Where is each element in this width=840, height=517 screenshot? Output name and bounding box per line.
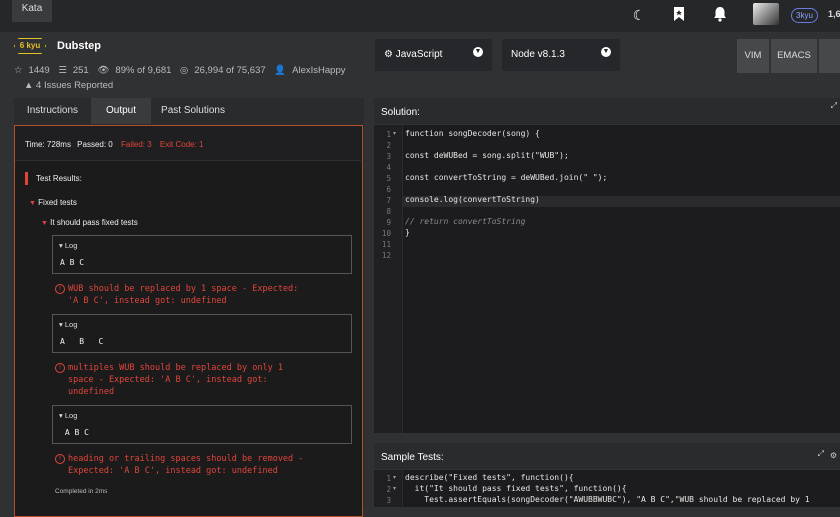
user-icon: 👤	[274, 65, 287, 76]
line-number: 1	[386, 474, 391, 483]
fold-arrow-icon[interactable]: ▾	[393, 485, 396, 492]
line-number: 5	[386, 174, 391, 183]
tool-icon[interactable]: ⚙	[830, 451, 837, 460]
failure-message: ! multiples WUB should be replaced by on…	[55, 362, 345, 398]
error-icon: !	[55, 284, 65, 294]
solution-title: Solution:	[381, 107, 420, 118]
user-rank-badge: 3kyu	[791, 8, 818, 23]
satisfaction-rating: 89% of 9,681	[115, 65, 172, 76]
log-header[interactable]: ▾ Log	[59, 411, 77, 420]
code-line: it("It should pass fixed tests", functio…	[405, 484, 627, 493]
log-header[interactable]: ▾ Log	[59, 241, 77, 250]
code-line: const deWUBed = song.split("WUB");	[405, 151, 569, 160]
log-box: ▾ Log A B C	[52, 405, 352, 444]
sample-tests-title: Sample Tests:	[381, 452, 444, 463]
fold-arrow-icon[interactable]: ▾	[393, 474, 396, 481]
line-number: 11	[381, 240, 391, 249]
code-comment: // return convertToString	[405, 217, 526, 226]
kata-author[interactable]: AlexIsHappy	[292, 65, 345, 76]
log-header[interactable]: ▾ Log	[59, 320, 77, 329]
bell-icon[interactable]	[711, 6, 729, 24]
bookmark-icon[interactable]	[670, 6, 688, 24]
passed-count: Passed: 0	[77, 140, 113, 149]
line-number: 6	[386, 185, 391, 194]
completed-time: Completed in 2ms	[55, 488, 108, 495]
emacs-mode-button[interactable]: EMACS	[771, 39, 817, 73]
log-box: ▾ Log A B C	[52, 314, 352, 353]
tab-output[interactable]: Output	[91, 98, 151, 124]
fold-arrow-icon[interactable]: ▾	[393, 130, 396, 137]
run-time: Time: 728ms	[25, 140, 71, 149]
failed-count: Failed: 3	[120, 140, 152, 149]
tab-instructions[interactable]: Instructions	[14, 98, 91, 124]
code-line: function songDecoder(song) {	[405, 129, 540, 138]
code-line: describe("Fixed tests", function(){	[405, 473, 574, 482]
runtime-select[interactable]: Node v8.1.3 ▼	[502, 39, 620, 71]
failure-message: ! heading or trailing spaces should be r…	[55, 453, 345, 477]
line-number: 4	[386, 163, 391, 172]
line-number: 10	[381, 229, 391, 238]
chevron-down-icon: ▼	[473, 47, 483, 57]
line-number: 8	[386, 207, 391, 216]
honor-score: 1,6	[828, 9, 840, 19]
collection-icon: ☰	[58, 65, 67, 76]
code-line: console.log(convertToString)	[405, 195, 540, 204]
code-line: }	[405, 228, 410, 237]
target-icon: ◎	[180, 65, 189, 76]
star-icon: ☆	[14, 65, 23, 76]
collections-count: 251	[72, 65, 89, 76]
exit-code: Exit Code: 1	[159, 140, 204, 149]
language-icon: ⚙	[384, 49, 393, 60]
log-value: A B C	[60, 258, 85, 267]
expand-icon[interactable]: ⤢	[818, 449, 824, 459]
code-line: Test.assertEquals(songDecoder("AWUBBWUBC…	[405, 495, 810, 504]
code-line: const convertToString = deWUBed.join(" "…	[405, 173, 608, 182]
failure-message: ! WUB should be replaced by 1 space - Ex…	[55, 283, 345, 307]
sample-tests-header: Sample Tests: ⤢ ⚙	[374, 443, 840, 469]
error-icon: !	[55, 454, 65, 464]
completed-count: 26,994 of 75,637	[194, 65, 266, 76]
line-number: 3	[386, 152, 391, 161]
issues-reported[interactable]: ▲ 4 Issues Reported	[24, 80, 113, 91]
chevron-down-icon: ▼	[601, 47, 611, 57]
test-results-label: Test Results:	[36, 174, 82, 183]
warning-icon: ▲	[24, 80, 34, 91]
line-number: 2	[386, 485, 391, 494]
line-number: 2	[386, 141, 391, 150]
line-number: 3	[386, 496, 391, 505]
caret-down-icon: ▼	[29, 200, 36, 207]
kata-tab[interactable]: Kata	[12, 0, 52, 22]
stars-count: 1449	[28, 65, 50, 76]
mode-button-partial[interactable]	[819, 39, 840, 73]
eye-icon: 👁	[97, 65, 110, 76]
line-number: 9	[386, 218, 391, 227]
test-subgroup[interactable]: ▼ It should pass fixed tests	[41, 218, 138, 227]
vim-mode-button[interactable]: VIM	[737, 39, 769, 73]
tab-past-solutions[interactable]: Past Solutions	[153, 98, 233, 124]
solution-header: Solution: ⤢	[374, 98, 840, 124]
line-number: 12	[381, 251, 391, 260]
solution-editor[interactable]	[374, 125, 840, 433]
kata-stats: ☆ 1449 ☰ 251 👁 89% of 9,681 ◎ 26,994 of 75,6…	[14, 65, 352, 76]
kata-title[interactable]: Dubstep	[57, 40, 101, 52]
test-results-marker	[25, 172, 28, 185]
error-icon: !	[55, 363, 65, 373]
log-box: ▾ Log A B C	[52, 235, 352, 274]
caret-down-icon: ▼	[41, 220, 48, 227]
expand-icon[interactable]: ⤢	[831, 101, 837, 111]
line-number: 7	[386, 196, 391, 205]
language-select[interactable]: ⚙ JavaScript ▼	[375, 39, 492, 71]
avatar[interactable]	[753, 3, 779, 25]
moon-icon[interactable]: ☾	[630, 6, 648, 24]
test-group-fixed[interactable]: ▼ Fixed tests	[29, 198, 77, 207]
log-value: A B C	[60, 337, 104, 346]
run-summary: Time: 728ms Passed: 0 Failed: 3 Exit Cod…	[15, 126, 361, 161]
line-number: 1	[386, 130, 391, 139]
kata-rank-badge: 6 kyu	[14, 38, 46, 54]
log-value: A B C	[60, 428, 89, 437]
